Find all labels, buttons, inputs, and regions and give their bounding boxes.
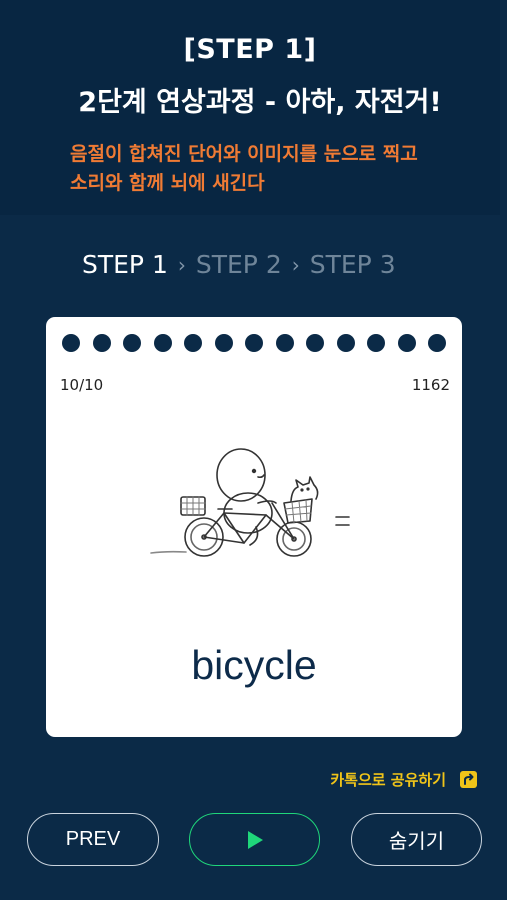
header-subtitle-line2: 소리와 함께 뇌에 새긴다 [70,172,265,194]
header-banner: [STEP 1] 2단계 연상과정 - 아하, 자전거! 음절이 합쳐진 단어와… [0,0,500,215]
notebook-rings [62,334,459,352]
chevron-right-icon: › [291,252,300,277]
ring-hole [153,334,172,352]
header-subtitle: 음절이 합쳐진 단어와 이미지를 눈으로 찍고 소리와 함께 뇌에 새긴다 [70,140,418,198]
ring-hole [245,334,263,352]
play-button[interactable] [189,813,320,866]
ring-hole [306,334,324,352]
card-counter: 10/10 [60,376,104,394]
ring-hole [184,334,202,352]
header-title: 2단계 연상과정 - 아하, 자전거! [78,87,442,118]
step-indicator: STEP 1 › STEP 2 › STEP 3 [82,250,396,279]
ring-hole [367,334,385,352]
flashcard[interactable]: 10/10 1162 bicycle [46,317,462,737]
play-icon [247,830,263,849]
ring-hole [336,334,355,352]
kakao-share-link[interactable]: 카톡으로 공유하기 [330,769,477,790]
ring-hole [214,334,233,352]
prev-button[interactable]: PREV [27,813,159,866]
step-3-label: STEP 3 [309,250,396,279]
cyclist-with-cat-basket-icon [146,425,361,580]
ring-hole [397,334,416,352]
word-id: 1162 [411,376,450,394]
hide-button[interactable]: 숨기기 [351,813,482,866]
header-title-step: [STEP 1] [183,34,317,65]
vocabulary-word: bicycle [191,642,317,688]
header-subtitle-line1: 음절이 합쳐진 단어와 이미지를 눈으로 찍고 [70,143,418,165]
share-arrow-icon [460,771,477,788]
share-label: 카톡으로 공유하기 [330,771,446,789]
step-2-label: STEP 2 [195,250,282,279]
step-1-label: STEP 1 [82,250,168,279]
ring-hole [92,334,111,352]
ring-hole [428,334,446,352]
chevron-right-icon: › [177,252,186,277]
ring-hole [62,334,80,352]
ring-hole [275,334,294,352]
ring-hole [123,334,141,352]
